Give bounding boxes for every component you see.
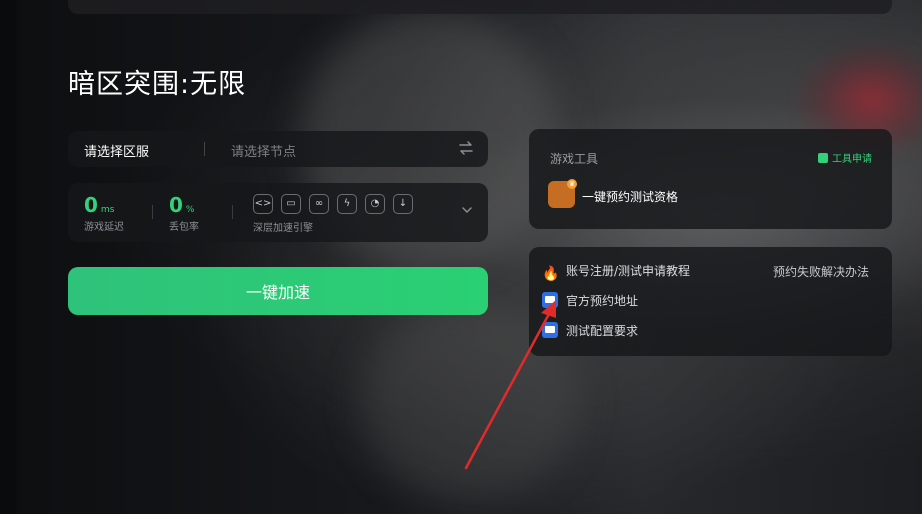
swap-icon[interactable] — [458, 140, 474, 156]
latency-label: 游戏延迟 — [84, 222, 124, 233]
packet-loss-unit: % — [185, 205, 195, 215]
cube-icon — [818, 153, 828, 163]
tool-apply-link[interactable]: 工具申请 — [818, 150, 872, 165]
server-node-selector[interactable]: 请选择区服 请选择节点 — [68, 131, 488, 167]
left-edge-strip — [0, 0, 16, 514]
tutorial-link[interactable]: 🔥 账号注册/测试申请教程 — [542, 262, 690, 282]
chain-icon[interactable]: ∞ — [309, 194, 329, 214]
network-stats-panel: 0 ms 游戏延迟 0% 丢包率 <> ▭ ∞ ϟ ◔ ↓ 深层加速引擎 — [68, 183, 488, 242]
web-page-icon — [542, 322, 558, 338]
official-reserve-label[interactable]: 官方预约地址 — [566, 294, 638, 308]
config-requirements-link[interactable]: 测试配置要求 — [542, 322, 638, 339]
node-select-placeholder[interactable]: 请选择节点 — [231, 141, 296, 160]
top-notice-bar — [68, 0, 892, 14]
tool-apply-label: 工具申请 — [832, 154, 872, 165]
config-requirements-label[interactable]: 测试配置要求 — [566, 324, 638, 338]
link-icon[interactable]: <> — [253, 194, 273, 214]
web-page-icon — [542, 292, 558, 308]
timer-icon[interactable]: ◔ — [365, 194, 385, 214]
latency-value: 0 — [84, 193, 98, 217]
engine-icon-row: <> ▭ ∞ ϟ ◔ ↓ — [253, 194, 421, 214]
accelerate-button[interactable]: 一键加速 — [68, 267, 488, 315]
fire-icon: 🔥 — [542, 266, 560, 282]
guide-links-panel: 🔥 账号注册/测试申请教程 预约失败解决办法 官方预约地址 测试配置要求 — [529, 247, 892, 356]
divider — [152, 205, 153, 219]
game-tools-panel: 游戏工具 工具申请 ♛ 一键预约测试资格 — [529, 129, 892, 229]
latency-unit: ms — [100, 205, 115, 215]
page-title: 暗区突围:无限 — [68, 69, 247, 100]
divider — [204, 142, 205, 156]
packet-loss-label: 丢包率 — [169, 222, 199, 233]
crown-badge-icon: ♛ — [567, 179, 577, 189]
packet-loss-stat: 0% 丢包率 — [169, 193, 199, 233]
bolt-icon[interactable]: ϟ — [337, 194, 357, 214]
packet-loss-value: 0 — [169, 193, 183, 217]
reserve-tool-icon[interactable]: ♛ — [548, 179, 577, 208]
download-icon[interactable]: ↓ — [393, 194, 413, 214]
image-icon[interactable]: ▭ — [281, 194, 301, 214]
server-select-label[interactable]: 请选择区服 — [84, 141, 149, 160]
engine-label: 深层加速引擎 — [253, 223, 313, 234]
tools-title: 游戏工具 — [550, 152, 599, 166]
fail-fix-link[interactable]: 预约失败解决办法 — [773, 263, 869, 280]
chevron-down-icon[interactable] — [462, 205, 472, 215]
reserve-tool-label[interactable]: 一键预约测试资格 — [582, 188, 678, 205]
official-reserve-link[interactable]: 官方预约地址 — [542, 292, 638, 309]
divider — [232, 205, 233, 219]
tutorial-link-label[interactable]: 账号注册/测试申请教程 — [566, 264, 690, 278]
latency-stat: 0 ms 游戏延迟 — [84, 193, 124, 233]
